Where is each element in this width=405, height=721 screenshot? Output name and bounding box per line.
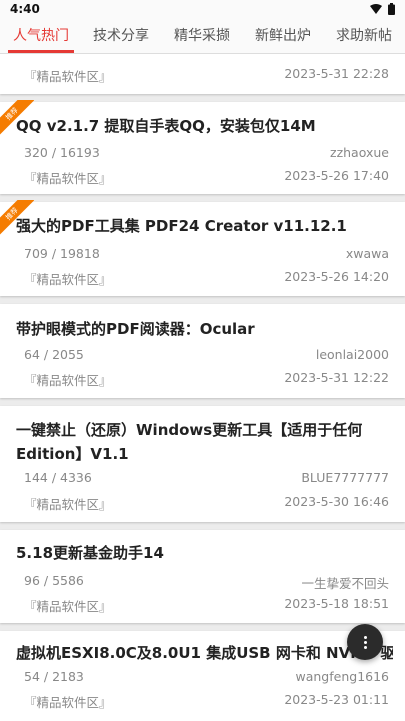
post-date: 2023-5-26 17:40 (284, 168, 389, 183)
status-icons (370, 3, 395, 15)
post-forum: 『精品软件区』 (24, 599, 112, 614)
post-meta: 709 / 19818 xwawa (24, 246, 389, 261)
post-forum: 『精品软件区』 (24, 695, 112, 710)
post-title[interactable]: 强大的PDF工具集 PDF24 Creator v11.12.1 (16, 214, 393, 238)
post-card[interactable]: 一键禁止（还原）Windows更新工具【适用于任何Edition】V1.1 14… (0, 406, 405, 522)
post-date: 2023-5-26 14:20 (284, 269, 389, 284)
post-card[interactable]: 『精品软件区』 2023-5-31 22:28 (0, 54, 405, 94)
post-meta: 『精品软件区』 2023-5-23 01:11 (24, 692, 389, 711)
post-date: 2023-5-31 22:28 (284, 66, 389, 81)
battery-icon (388, 3, 395, 15)
post-meta: 『精品软件区』 2023-5-31 22:28 (24, 66, 389, 85)
post-date: 2023-5-23 01:11 (284, 692, 389, 707)
post-date: 2023-5-30 16:46 (284, 494, 389, 509)
status-time: 4:40 (10, 2, 40, 16)
tab-popular[interactable]: 人气热门 (4, 20, 78, 53)
category-tabs: 人气热门 技术分享 精华采撷 新鲜出炉 求助新帖 (0, 20, 405, 54)
post-stats: 54 / 2183 (24, 669, 84, 684)
tab-new[interactable]: 新鲜出炉 (246, 20, 320, 53)
post-author[interactable]: 一生挚爱不回头 (301, 573, 389, 592)
more-vert-icon (363, 635, 367, 649)
post-title[interactable]: 一键禁止（还原）Windows更新工具【适用于任何Edition】V1.1 (16, 418, 393, 466)
post-author[interactable]: zzhaoxue (330, 145, 389, 160)
post-meta: 『精品软件区』 2023-5-26 14:20 (24, 269, 389, 288)
post-author[interactable]: BLUE7777777 (301, 470, 389, 485)
post-forum: 『精品软件区』 (24, 171, 112, 186)
post-meta: 144 / 4336 BLUE7777777 (24, 470, 389, 485)
post-date: 2023-5-31 12:22 (284, 370, 389, 385)
post-date: 2023-5-18 18:51 (284, 596, 389, 611)
post-stats: 709 / 19818 (24, 246, 100, 261)
post-author[interactable]: wangfeng1616 (296, 669, 390, 684)
post-meta: 320 / 16193 zzhaoxue (24, 145, 389, 160)
post-title[interactable]: 虚拟机ESXI8.0C及8.0U1 集成USB 网卡和 NVMe 驱动 (16, 641, 393, 665)
post-title[interactable]: 5.18更新基金助手14 (16, 541, 393, 565)
post-card[interactable]: 推荐 QQ v2.1.7 提取自手表QQ，安装包仅14M 320 / 16193… (0, 100, 405, 194)
tab-tech-share[interactable]: 技术分享 (84, 20, 158, 53)
post-card[interactable]: 虚拟机ESXI8.0C及8.0U1 集成USB 网卡和 NVMe 驱动 54 /… (0, 631, 405, 721)
post-meta: 『精品软件区』 2023-5-31 12:22 (24, 370, 389, 389)
post-forum: 『精品软件区』 (24, 373, 112, 388)
post-meta: 54 / 2183 wangfeng1616 (24, 669, 389, 684)
more-options-button[interactable] (347, 624, 383, 660)
tab-featured[interactable]: 精华采撷 (165, 20, 239, 53)
post-card[interactable]: 推荐 强大的PDF工具集 PDF24 Creator v11.12.1 709 … (0, 200, 405, 296)
wifi-icon (370, 4, 382, 14)
post-card[interactable]: 带护眼模式的PDF阅读器：Ocular 64 / 2055 leonlai200… (0, 304, 405, 398)
post-stats: 64 / 2055 (24, 347, 84, 362)
post-meta: 『精品软件区』 2023-5-30 16:46 (24, 494, 389, 513)
post-meta: 『精品软件区』 2023-5-18 18:51 (24, 596, 389, 615)
post-meta: 『精品软件区』 2023-5-26 17:40 (24, 168, 389, 187)
post-author[interactable]: leonlai2000 (316, 347, 389, 362)
post-forum: 『精品软件区』 (24, 69, 112, 84)
tab-help[interactable]: 求助新帖 (327, 20, 401, 53)
post-title[interactable]: QQ v2.1.7 提取自手表QQ，安装包仅14M (16, 114, 393, 138)
post-meta: 96 / 5586 一生挚爱不回头 (24, 573, 389, 592)
post-stats: 320 / 16193 (24, 145, 100, 160)
post-meta: 64 / 2055 leonlai2000 (24, 347, 389, 362)
post-stats: 96 / 5586 (24, 573, 84, 588)
status-bar: 4:40 (0, 0, 405, 20)
post-stats: 144 / 4336 (24, 470, 92, 485)
post-author[interactable]: xwawa (346, 246, 389, 261)
post-list: 『精品软件区』 2023-5-31 22:28 推荐 QQ v2.1.7 提取自… (0, 54, 405, 721)
post-forum: 『精品软件区』 (24, 272, 112, 287)
post-forum: 『精品软件区』 (24, 497, 112, 512)
post-card[interactable]: 5.18更新基金助手14 96 / 5586 一生挚爱不回头 『精品软件区』 2… (0, 530, 405, 623)
post-title[interactable]: 带护眼模式的PDF阅读器：Ocular (16, 317, 393, 341)
